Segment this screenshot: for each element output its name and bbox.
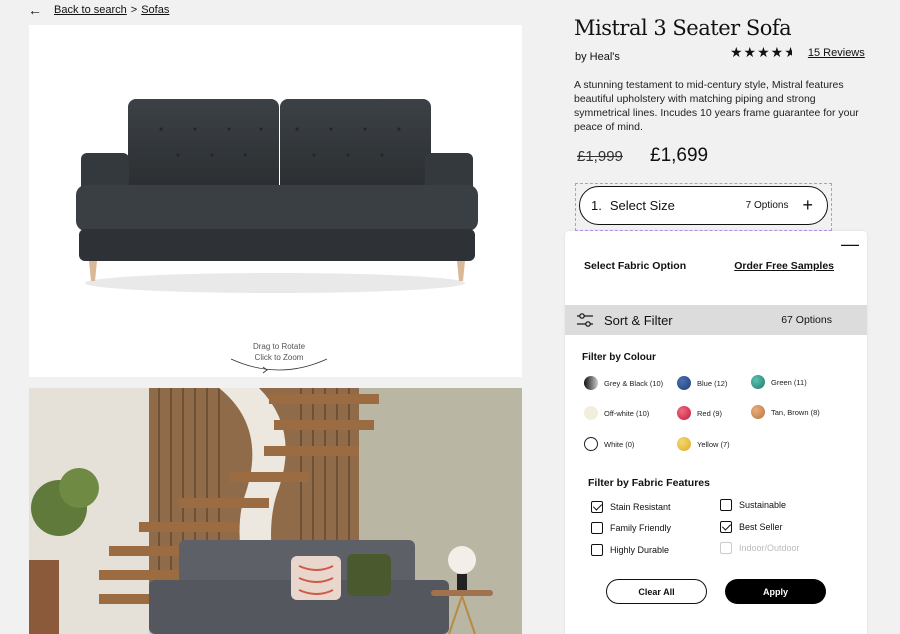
reviews-link[interactable]: 15 Reviews	[808, 47, 865, 59]
original-price: £1,999	[577, 148, 623, 165]
colour-label: Red (9)	[697, 408, 723, 418]
colour-filter-heading: Filter by Colour	[582, 352, 656, 363]
fabric-option-panel: — Select Fabric Option Order Free Sample…	[565, 231, 867, 634]
colour-label: White (0)	[604, 439, 635, 449]
feature-label: Highly Durable	[610, 545, 670, 555]
feature-label: Family Friendly	[610, 523, 672, 533]
colour-option-off-white[interactable]: Off-white (10)	[584, 406, 649, 420]
tan-brown-swatch	[751, 405, 765, 419]
fabric-option-heading: Select Fabric Option	[584, 260, 687, 272]
colour-option-grey-black[interactable]: Grey & Black (10)	[584, 376, 663, 390]
feature-family-friendly[interactable]: Family Friendly	[591, 522, 671, 534]
back-arrow-icon[interactable]: ←	[28, 3, 42, 17]
colour-label: Grey & Black (10)	[604, 378, 664, 388]
collapse-minus-icon[interactable]: —	[841, 234, 859, 255]
feature-label: Best Seller	[739, 522, 783, 532]
feature-indoor-outdoor: Indoor/Outdoor	[720, 542, 800, 554]
clear-all-button[interactable]: Clear All	[606, 579, 707, 604]
colour-option-red[interactable]: Red (9)	[677, 406, 722, 420]
filter-sliders-icon	[577, 313, 593, 327]
rotate-arrow-icon	[230, 358, 328, 374]
colour-option-yellow[interactable]: Yellow (7)	[677, 437, 730, 451]
product-brand: by Heal's	[575, 51, 620, 63]
feature-highly-durable[interactable]: Highly Durable	[591, 544, 669, 556]
colour-label: Off-white (10)	[604, 408, 650, 418]
apply-button[interactable]: Apply	[725, 579, 826, 604]
checkbox-checked[interactable]	[720, 521, 732, 533]
back-to-search-link[interactable]: Back to search	[54, 4, 127, 16]
checkbox-unchecked[interactable]	[591, 544, 603, 556]
feature-label: Stain Resistant	[610, 502, 671, 512]
select-size-button[interactable]: 1. Select Size 7 Options +	[579, 186, 828, 225]
colour-option-green[interactable]: Green (11)	[751, 375, 807, 389]
sort-filter-label: Sort & Filter	[604, 312, 673, 328]
product-hero-image[interactable]: Drag to Rotate Click to Zoom	[29, 25, 522, 377]
checkbox-unchecked[interactable]	[720, 499, 732, 511]
product-rating: ★★★★★ 15 Reviews	[730, 44, 865, 61]
feature-label: Indoor/Outdoor	[739, 543, 800, 553]
colour-label: Tan, Brown (8)	[771, 407, 820, 417]
size-options-count: 7 Options	[745, 200, 789, 211]
yellow-swatch	[677, 437, 691, 451]
order-samples-link[interactable]: Order Free Samples	[734, 260, 834, 272]
rotate-zoom-hint[interactable]: Drag to Rotate Click to Zoom	[229, 341, 329, 374]
checkbox-disabled	[720, 542, 732, 554]
red-swatch	[677, 406, 691, 420]
white-swatch	[584, 437, 598, 451]
colour-label: Yellow (7)	[697, 439, 730, 449]
colour-label: Blue (12)	[697, 378, 728, 388]
feature-sustainable[interactable]: Sustainable	[720, 499, 786, 511]
green-swatch	[751, 375, 765, 389]
star-rating-icon: ★★★★★	[730, 44, 792, 60]
checkbox-checked[interactable]	[591, 501, 603, 513]
room-scene-illustration	[29, 388, 522, 634]
blue-swatch	[677, 376, 691, 390]
breadcrumb-sofas-link[interactable]: Sofas	[141, 4, 169, 16]
product-title: Mistral 3 Seater Sofa	[574, 16, 792, 40]
breadcrumb: ← Back to search > Sofas	[28, 3, 169, 17]
product-description: A stunning testament to mid-century styl…	[574, 79, 859, 133]
breadcrumb-separator: >	[130, 4, 138, 16]
feature-best-seller[interactable]: Best Seller	[720, 521, 783, 533]
fabric-features-heading: Filter by Fabric Features	[588, 477, 710, 489]
sort-filter-bar[interactable]: Sort & Filter 67 Options	[565, 305, 867, 335]
checkbox-unchecked[interactable]	[591, 522, 603, 534]
size-selector-focus: 1. Select Size 7 Options +	[575, 183, 832, 231]
colour-option-blue[interactable]: Blue (12)	[677, 376, 727, 390]
sofa-illustration	[76, 99, 478, 293]
select-size-label: Select Size	[609, 198, 675, 213]
fabric-options-count: 67 Options	[781, 314, 832, 326]
colour-label: Green (11)	[771, 377, 807, 387]
sale-price: £1,699	[650, 145, 709, 166]
feature-label: Sustainable	[739, 500, 787, 510]
colour-option-white[interactable]: White (0)	[584, 437, 634, 451]
grey-black-swatch	[584, 376, 598, 390]
lifestyle-image[interactable]	[29, 388, 522, 634]
colour-option-tan-brown[interactable]: Tan, Brown (8)	[751, 405, 820, 419]
plus-icon: +	[802, 195, 813, 215]
off-white-swatch	[584, 406, 598, 420]
feature-stain-resistant[interactable]: Stain Resistant	[591, 501, 671, 513]
step-number: 1.	[591, 198, 602, 213]
